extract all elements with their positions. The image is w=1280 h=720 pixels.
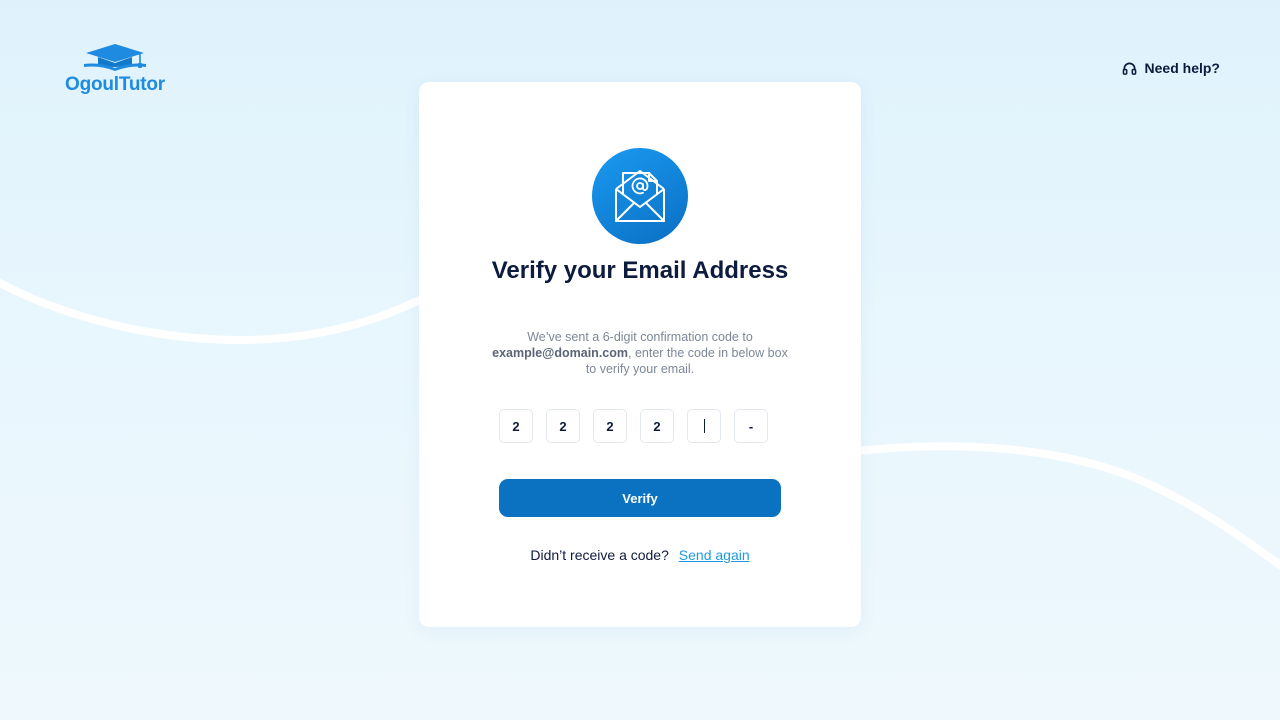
code-digit-5[interactable] [687, 409, 721, 443]
brand-name: OgoulTutor [64, 74, 165, 95]
email-address: example@domain.com [492, 346, 628, 360]
code-digit-6[interactable] [734, 409, 768, 443]
resend-row: Didn’t receive a code? Send again [419, 547, 861, 563]
send-again-link[interactable]: Send again [679, 547, 750, 563]
resend-prompt: Didn’t receive a code? [530, 547, 669, 563]
code-digit-4[interactable] [640, 409, 674, 443]
code-digit-3[interactable] [593, 409, 627, 443]
page-title: Verify your Email Address [491, 257, 789, 284]
verify-button[interactable]: Verify [499, 479, 781, 517]
instruction-text: We’ve sent a 6-digit confirmation code t… [489, 329, 791, 377]
brand-logo[interactable]: OgoulTutor [60, 42, 170, 96]
code-digit-2[interactable] [546, 409, 580, 443]
need-help-link[interactable]: Need help? [1122, 60, 1220, 76]
email-at-envelope-icon [615, 170, 665, 222]
email-badge [592, 148, 688, 244]
headphones-icon [1122, 62, 1136, 75]
need-help-label: Need help? [1144, 60, 1220, 76]
code-input-group [499, 409, 768, 443]
instruction-text-start: We’ve sent a 6-digit confirmation code t… [527, 330, 753, 344]
verify-email-card: Verify your Email Address We’ve sent a 6… [419, 82, 861, 627]
graduation-cap-book-icon [84, 44, 146, 71]
code-digit-1[interactable] [499, 409, 533, 443]
text-cursor [703, 419, 705, 433]
